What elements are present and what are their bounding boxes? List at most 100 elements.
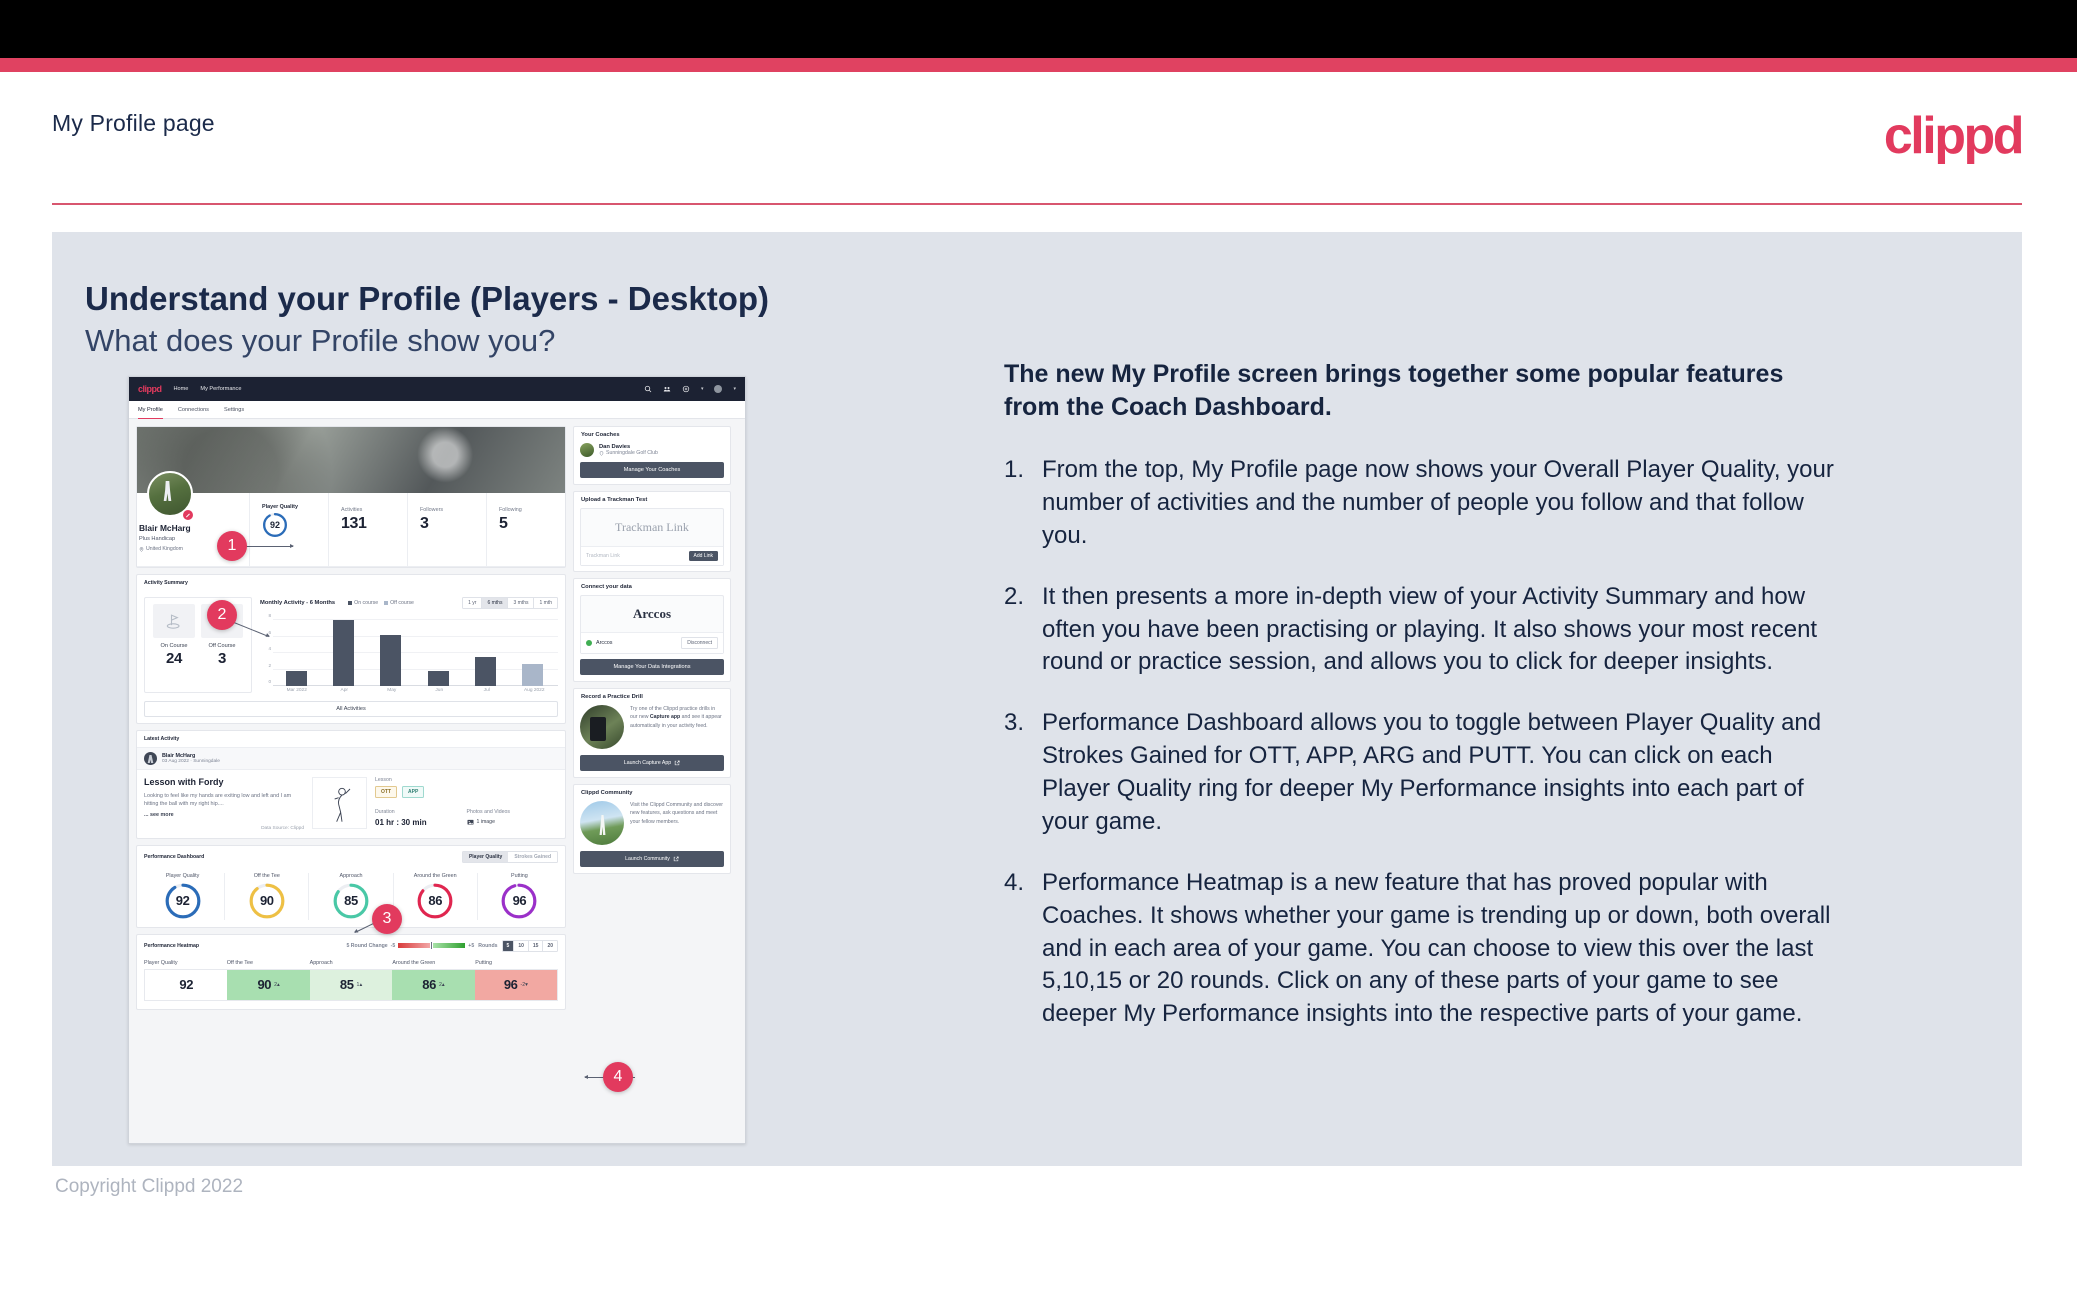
y-tick: 8 (268, 612, 271, 618)
author-avatar[interactable] (144, 752, 157, 765)
activity-thumbnail[interactable] (312, 777, 367, 829)
chevron-down-icon[interactable]: ▾ (733, 386, 736, 392)
stat-activities[interactable]: Activities 131 (328, 493, 407, 566)
launch-capture-app-button[interactable]: Launch Capture App (580, 755, 724, 771)
coach-row[interactable]: Dan Davies Sunningdale Golf Club (574, 443, 730, 462)
x-tick: Jul (483, 688, 490, 693)
nav-item-home[interactable]: Home (174, 386, 189, 392)
tag-ott[interactable]: OTT (375, 786, 397, 798)
add-circle-icon[interactable] (682, 385, 690, 393)
activity-title[interactable]: Lesson with Fordy (144, 777, 304, 787)
arccos-brand: Arccos (632, 606, 672, 621)
tab-settings[interactable]: Settings (224, 401, 244, 419)
x-tick: Mar 2022 (286, 688, 307, 693)
duration-value: 01 hr : 30 min (375, 818, 427, 828)
rounds-option-5[interactable]: 5 (502, 940, 514, 951)
profile-card: Blair McHarg Plus Handicap United Kingdo… (136, 426, 566, 568)
ring-cell-around-the-green[interactable]: Around the Green 86 (392, 872, 477, 920)
heatmap-cell-approach[interactable]: 85 1▴ (309, 969, 393, 1000)
range-1yr[interactable]: 1 yr (463, 598, 482, 608)
rounds-option-20[interactable]: 20 (542, 940, 557, 951)
tag-app[interactable]: APP (402, 786, 425, 798)
activity-text-block: Lesson with Fordy Looking to feel like m… (144, 777, 304, 831)
manage-integrations-button[interactable]: Manage Your Data Integrations (580, 659, 724, 675)
x-tick: May (387, 688, 397, 693)
tab-my-profile[interactable]: My Profile (138, 401, 163, 419)
connect-data-title: Connect your data (581, 584, 632, 590)
range-6mths[interactable]: 6 mths (481, 598, 508, 608)
top-black-band (0, 0, 2077, 58)
ring-player-quality[interactable]: 92 (164, 882, 202, 920)
stat-player-quality[interactable]: Player Quality 92 (249, 493, 328, 566)
list-item-number: 1. (1004, 456, 1025, 483)
bar-may[interactable] (380, 634, 402, 686)
callout-marker-4: 4 (603, 1062, 633, 1092)
stat-followers[interactable]: Followers 3 (407, 493, 486, 566)
chart-legend: On course Off course (348, 600, 414, 606)
slide-kicker: My Profile page (52, 110, 215, 136)
rounds-option-10[interactable]: 10 (513, 940, 528, 951)
golf-flag-icon (153, 604, 195, 638)
bar-aug-2022[interactable] (521, 664, 543, 686)
stat-value: 3 (420, 515, 429, 532)
heatmap-label: Around the Green (392, 959, 436, 966)
scale-min: -5 (390, 942, 396, 949)
ring-cell-off-the-tee[interactable]: Off the Tee 90 (224, 872, 308, 920)
bar-jul[interactable] (474, 656, 496, 686)
rounds-label-wrap: Rounds (478, 943, 497, 949)
range-1mth[interactable]: 1 mth (533, 598, 557, 608)
heatmap-cell-player-quality[interactable]: 92 (145, 969, 228, 1000)
ring-cell-player-quality[interactable]: Player Quality 92 (141, 873, 224, 920)
see-more-link[interactable]: ... see more (144, 812, 304, 818)
ring-putting[interactable]: 96 (500, 882, 538, 920)
app-tabbar: My Profile Connections Settings (129, 401, 745, 419)
range-3mths[interactable]: 3 mths (507, 598, 534, 608)
ring-cell-putting[interactable]: Putting 96 (476, 872, 561, 920)
nav-item-my-performance[interactable]: My Performance (200, 386, 241, 392)
activity-data-source: Data Source: Clippd (261, 825, 304, 831)
bar-apr[interactable] (333, 620, 355, 686)
arccos-box: Arccos Arccos Disconnect (580, 595, 724, 654)
legend-off-course: Off course (384, 600, 414, 606)
provider-name: Arccos (596, 640, 613, 646)
edit-avatar-icon[interactable] (182, 509, 194, 521)
chevron-down-icon[interactable]: ▾ (701, 386, 704, 392)
ring-value: 85 (344, 893, 358, 909)
rounds-option-15[interactable]: 15 (527, 940, 543, 951)
external-link-icon (674, 760, 680, 766)
bar-jun[interactable] (427, 671, 449, 686)
ring-approach[interactable]: 85 (332, 882, 370, 920)
monthly-activity-chart: Monthly Activity - 6 Months On course Of… (260, 597, 558, 693)
disconnect-button[interactable]: Disconnect (681, 637, 718, 649)
field-media: Photos and Videos 1 image (467, 809, 559, 830)
bar-mar-2022[interactable] (286, 671, 308, 686)
heatmap-cell-around-the-green[interactable]: 86 2▴ (392, 969, 475, 1000)
heatmap-cell-putting[interactable]: 96 -2▾ (474, 969, 558, 1000)
ring-around-the-green[interactable]: 86 (416, 882, 454, 920)
tab-connections[interactable]: Connections (178, 401, 209, 419)
heatmap-value: 92 (179, 977, 194, 993)
stat-following[interactable]: Following 5 (486, 493, 565, 566)
ring-off-the-tee[interactable]: 90 (248, 882, 286, 920)
toggle-player-quality[interactable]: Player Quality (462, 851, 509, 862)
trackman-input[interactable]: Trackman Link (586, 553, 620, 559)
y-tick: 0 (268, 678, 271, 684)
heatmap-cell-off-the-tee[interactable]: 90 2▴ (227, 969, 310, 1000)
toggle-strokes-gained[interactable]: Strokes Gained (508, 851, 557, 862)
launch-community-button[interactable]: Launch Community (580, 851, 724, 867)
golf-swing-icon (334, 787, 350, 822)
media-value: 1 image (476, 819, 495, 826)
profile-cover-image (137, 427, 565, 493)
community-icon[interactable] (663, 385, 671, 393)
player-quality-ring[interactable]: 92 (262, 512, 288, 538)
change-scale: 5 Round Change -5 +5 (346, 942, 474, 950)
avatar[interactable] (714, 385, 723, 393)
app-logo[interactable]: clippd (138, 384, 162, 394)
community-text: Visit the Clippd Community and discover … (630, 802, 724, 825)
all-activities-button[interactable]: All Activities (144, 701, 558, 717)
media-count[interactable]: 1 image (467, 819, 559, 825)
app-side-column: Your Coaches Dan Davies Sunningdale Golf… (573, 426, 731, 1010)
search-icon[interactable] (644, 385, 652, 393)
add-link-button[interactable]: Add Link (688, 551, 718, 561)
manage-coaches-button[interactable]: Manage Your Coaches (580, 462, 724, 478)
